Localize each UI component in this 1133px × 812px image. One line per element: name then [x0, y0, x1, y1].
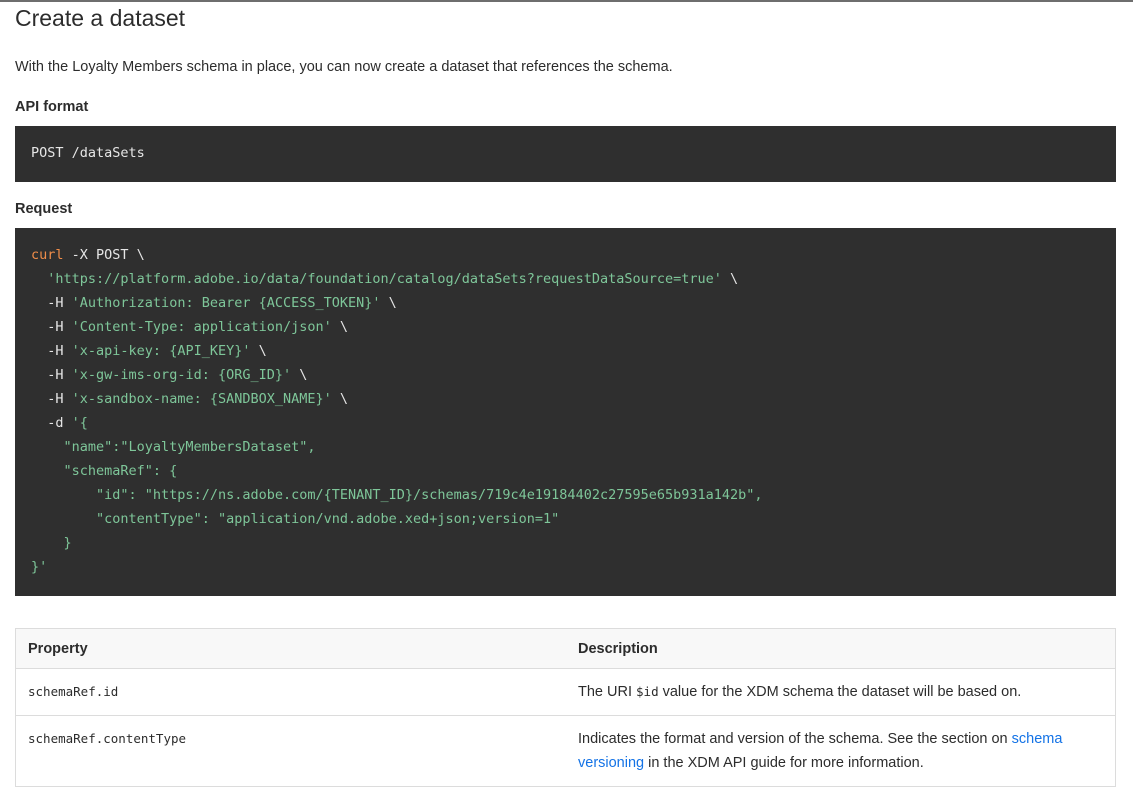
page: Create a dataset With the Loyalty Member… — [0, 2, 1133, 787]
table-row: schemaRef.id The URI $id value for the X… — [15, 668, 1116, 716]
code-line: -H 'Content-Type: application/json' \ — [31, 315, 1100, 339]
page-title: Create a dataset — [15, 5, 186, 31]
code-line: -d '{ — [31, 411, 1100, 435]
table-header-row: Property Description — [15, 628, 1116, 669]
property-column-header: Property — [15, 628, 566, 669]
code-token: -H — [47, 319, 72, 335]
code-token: } — [63, 535, 72, 551]
api-format-label: API format — [15, 99, 89, 115]
code-token: \ — [331, 319, 349, 335]
code-line: -H 'x-sandbox-name: {SANDBOX_NAME}' \ — [31, 387, 1100, 411]
code-line: curl -X POST \ — [31, 243, 1100, 267]
code-line: -H 'Authorization: Bearer {ACCESS_TOKEN}… — [31, 291, 1100, 315]
code-line: "contentType": "application/vnd.adobe.xe… — [31, 507, 1100, 531]
code-token: -H — [47, 295, 72, 311]
code-token: "id": "https://ns.adobe.com/{TENANT_ID}/… — [96, 487, 763, 503]
description-text: in the XDM API guide for more informatio… — [644, 755, 924, 771]
api-format-code-block: POST /dataSets — [15, 126, 1116, 182]
code-line: } — [31, 531, 1100, 555]
code-token: '{ — [71, 415, 88, 431]
intro-text: With the Loyalty Members schema in place… — [15, 59, 673, 75]
code-token: \ — [380, 295, 397, 311]
code-token: \ — [250, 343, 267, 359]
code-token: curl — [31, 247, 64, 263]
code-token: }' — [31, 559, 48, 575]
code-token: -H — [47, 343, 72, 359]
description-text: The URI — [578, 684, 637, 700]
code-token: 'x-api-key: {API_KEY}' — [71, 343, 251, 359]
description-cell: Indicates the format and version of the … — [566, 715, 1116, 787]
table-row: schemaRef.contentType Indicates the form… — [15, 715, 1116, 787]
property-cell: schemaRef.id — [15, 668, 566, 716]
api-format-code: POST /dataSets — [31, 145, 145, 161]
code-token: -H — [47, 367, 72, 383]
code-line: -H 'x-api-key: {API_KEY}' \ — [31, 339, 1100, 363]
code-line: "schemaRef": { — [31, 459, 1100, 483]
code-token: 'Content-Type: application/json' — [71, 319, 332, 335]
request-code-block: curl -X POST \ 'https://platform.adobe.i… — [15, 228, 1116, 596]
code-line: "name":"LoyaltyMembersDataset", — [31, 435, 1100, 459]
inline-code: $id — [636, 684, 659, 699]
description-column-header: Description — [566, 628, 1116, 669]
code-token: -H — [47, 391, 72, 407]
code-line: "id": "https://ns.adobe.com/{TENANT_ID}/… — [31, 483, 1100, 507]
code-token: 'Authorization: Bearer {ACCESS_TOKEN}' — [71, 295, 381, 311]
code-token: "name":"LoyaltyMembersDataset", — [63, 439, 316, 455]
description-cell: The URI $id value for the XDM schema the… — [566, 668, 1116, 716]
code-token: "contentType": "application/vnd.adobe.xe… — [96, 511, 560, 527]
description-text: Indicates the format and version of the … — [578, 731, 1012, 747]
code-line: 'https://platform.adobe.io/data/foundati… — [31, 267, 1100, 291]
code-token: "schemaRef": { — [63, 463, 178, 479]
description-text: value for the XDM schema the dataset wil… — [658, 684, 1022, 700]
code-token: 'x-gw-ims-org-id: {ORG_ID}' — [71, 367, 292, 383]
property-cell: schemaRef.contentType — [15, 715, 566, 787]
code-token: \ — [721, 271, 739, 287]
code-token: -X POST \ — [63, 247, 145, 263]
code-line: -H 'x-gw-ims-org-id: {ORG_ID}' \ — [31, 363, 1100, 387]
code-token: \ — [291, 367, 308, 383]
property-table: Property Description schemaRef.id The UR… — [15, 628, 1116, 787]
code-token: -d — [47, 415, 72, 431]
code-line: }' — [31, 555, 1100, 579]
code-token: 'https://platform.adobe.io/data/foundati… — [47, 271, 722, 287]
request-label: Request — [15, 201, 73, 217]
code-token: \ — [331, 391, 349, 407]
code-token: 'x-sandbox-name: {SANDBOX_NAME}' — [71, 391, 332, 407]
